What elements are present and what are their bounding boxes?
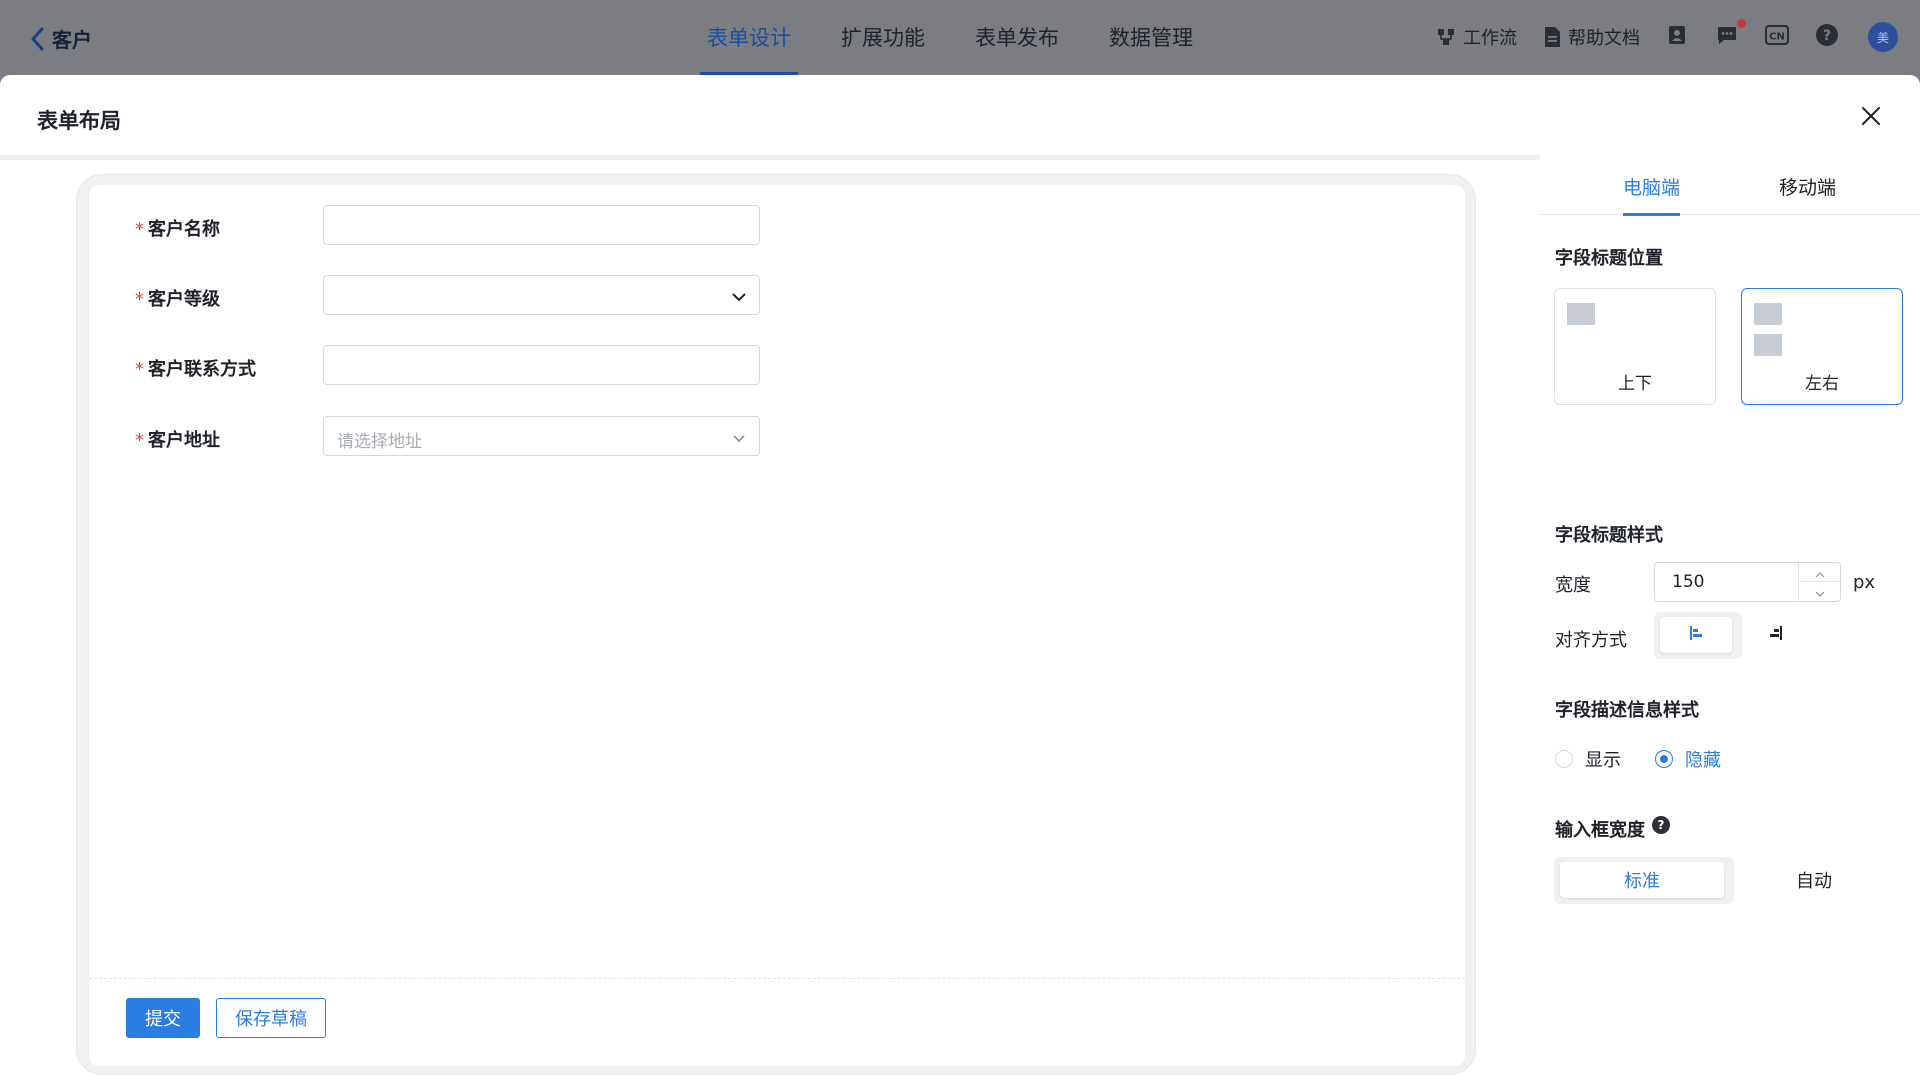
- increment-button[interactable]: [1799, 563, 1840, 582]
- tab-form-publish[interactable]: 表单发布: [968, 0, 1066, 75]
- decrement-button[interactable]: [1799, 582, 1840, 601]
- radio-icon: [1655, 750, 1673, 768]
- radio-icon: [1555, 750, 1573, 768]
- save-draft-button[interactable]: 保存草稿: [216, 998, 326, 1038]
- option-label: 左右: [1805, 374, 1839, 394]
- align-segment: [1654, 612, 1742, 659]
- help-docs-label: 帮助文档: [1568, 28, 1640, 49]
- back-button[interactable]: 客户: [30, 24, 92, 53]
- workflow-label: 工作流: [1463, 28, 1517, 49]
- address-placeholder: 请选择地址: [337, 432, 422, 452]
- label-position-top-bottom[interactable]: 上下: [1554, 288, 1716, 405]
- field-label: * 客户地址: [135, 430, 220, 451]
- back-label: 客户: [52, 28, 92, 52]
- required-mark: *: [135, 289, 144, 310]
- question-circle-icon: ?: [1815, 23, 1839, 51]
- radio-label: 显示: [1585, 750, 1621, 771]
- messages-button[interactable]: [1714, 19, 1746, 50]
- required-mark: *: [135, 430, 144, 451]
- align-left-button[interactable]: [1660, 617, 1732, 653]
- width-unit: px: [1853, 572, 1876, 593]
- label-style-title: 字段标题样式: [1555, 525, 1663, 546]
- device-tabs: 电脑端 移动端: [1540, 160, 1920, 216]
- workflow-icon: [1436, 27, 1456, 47]
- contacts-button[interactable]: [1664, 24, 1690, 50]
- field-label: * 客户名称: [135, 219, 220, 240]
- drawer-title: 表单布局: [37, 109, 121, 133]
- field-label: * 客户联系方式: [135, 359, 256, 380]
- tab-desktop[interactable]: 电脑端: [1623, 173, 1681, 216]
- label-width-input[interactable]: 150: [1654, 562, 1841, 602]
- field-label: * 客户等级: [135, 289, 220, 310]
- header-tools: 工作流 帮助文档 CN ? 美: [1410, 19, 1898, 54]
- align-right-button[interactable]: [1756, 617, 1796, 653]
- help-button[interactable]: ?: [1814, 24, 1840, 50]
- form-preview-frame: * 客户名称 * 客户等级 * 客户联系方式 * 客户地址 请选择地址 提交 保…: [76, 174, 1476, 1075]
- form-row-customer-level: * 客户等级: [89, 275, 789, 317]
- input-width-standard-button[interactable]: 标准: [1560, 862, 1724, 898]
- tab-data-management[interactable]: 数据管理: [1102, 0, 1200, 75]
- form-preview: * 客户名称 * 客户等级 * 客户联系方式 * 客户地址 请选择地址 提交 保…: [89, 185, 1465, 1066]
- form-row-customer-contact: * 客户联系方式: [89, 345, 789, 387]
- chevron-down-icon: [731, 288, 747, 307]
- radio-label: 隐藏: [1685, 750, 1721, 771]
- workflow-button[interactable]: 工作流: [1436, 24, 1517, 50]
- description-show-radio[interactable]: 显示: [1555, 746, 1621, 772]
- help-circle-icon[interactable]: ?: [1652, 816, 1670, 834]
- close-icon: [1860, 107, 1882, 131]
- customer-address-select[interactable]: 请选择地址: [323, 416, 760, 456]
- input-width-segment: 标准: [1554, 857, 1734, 904]
- required-mark: *: [135, 359, 144, 380]
- svg-text:?: ?: [1823, 28, 1831, 44]
- option-label: 上下: [1618, 374, 1652, 394]
- input-width-auto-button[interactable]: 自动: [1744, 862, 1884, 898]
- chevron-left-icon: [30, 27, 44, 51]
- customer-name-input[interactable]: [323, 205, 760, 245]
- notification-dot: [1737, 19, 1746, 28]
- layout-settings-panel: 电脑端 移动端 字段标题位置 上下 左右 字段标题样式 宽度 150 px 对齐…: [1540, 160, 1920, 1080]
- drawer-header: 表单布局: [0, 75, 1920, 160]
- tab-extensions[interactable]: 扩展功能: [834, 0, 932, 75]
- input-width-title: 输入框宽度: [1555, 820, 1645, 841]
- customer-level-select[interactable]: [323, 275, 760, 315]
- tab-form-design[interactable]: 表单设计: [700, 0, 798, 75]
- layout-preview-icon: [1754, 303, 1782, 325]
- language-button[interactable]: CN: [1764, 24, 1790, 50]
- number-stepper: [1798, 563, 1840, 601]
- form-layout-drawer: 表单布局 * 客户名称 * 客户等级 * 客户联系方式 * 客户地址 请选择地址…: [0, 75, 1920, 1080]
- required-mark: *: [135, 219, 144, 240]
- chevron-down-icon: [1815, 582, 1825, 601]
- width-label: 宽度: [1555, 575, 1591, 596]
- form-row-customer-name: * 客户名称: [89, 205, 789, 247]
- form-row-customer-address: * 客户地址 请选择地址: [89, 416, 789, 458]
- label-position-left-right[interactable]: 左右: [1741, 288, 1903, 405]
- tab-mobile[interactable]: 移动端: [1779, 173, 1836, 213]
- align-right-icon: [1768, 625, 1784, 646]
- submit-button[interactable]: 提交: [126, 998, 200, 1038]
- form-footer: 提交 保存草稿: [89, 978, 1465, 1066]
- label-width-value: 150: [1672, 572, 1705, 592]
- help-docs-button[interactable]: 帮助文档: [1543, 24, 1640, 50]
- layout-preview-icon: [1567, 303, 1595, 325]
- language-icon: CN: [1765, 25, 1789, 49]
- svg-text:CN: CN: [1769, 32, 1785, 43]
- layout-preview-icon: [1754, 334, 1782, 356]
- contacts-icon: [1668, 25, 1686, 49]
- message-icon: [1716, 25, 1738, 49]
- top-header: 客户 表单设计 扩展功能 表单发布 数据管理 工作流 帮助文档 CN ? 美: [0, 0, 1920, 75]
- avatar[interactable]: 美: [1868, 22, 1898, 52]
- close-button[interactable]: [1860, 105, 1882, 127]
- chevron-up-icon: [1815, 563, 1825, 582]
- description-hide-radio[interactable]: 隐藏: [1655, 746, 1721, 772]
- chevron-down-icon: [731, 429, 747, 448]
- align-label: 对齐方式: [1555, 630, 1627, 651]
- description-style-title: 字段描述信息样式: [1555, 700, 1699, 721]
- label-position-title: 字段标题位置: [1555, 248, 1663, 269]
- align-left-icon: [1688, 625, 1704, 645]
- customer-contact-input[interactable]: [323, 345, 760, 385]
- main-tabs: 表单设计 扩展功能 表单发布 数据管理: [700, 0, 1236, 75]
- document-icon: [1543, 26, 1561, 48]
